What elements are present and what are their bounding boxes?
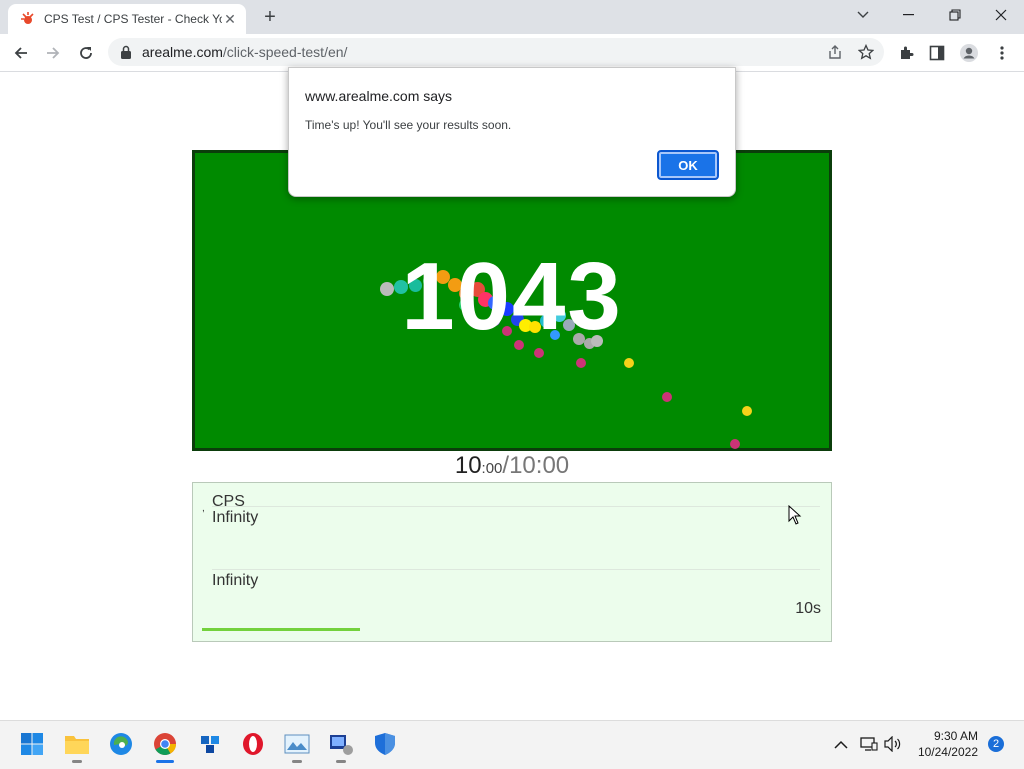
click-score: 1043	[401, 243, 623, 350]
timer-current-fraction: :00	[481, 460, 503, 477]
results-panel: , CPS Infinity Infinity 10s	[192, 482, 832, 642]
running-indicator	[72, 760, 82, 763]
active-indicator	[156, 760, 174, 763]
url-host: arealme.com	[142, 44, 223, 60]
app2-icon[interactable]	[327, 730, 355, 763]
alert-dialog: www.arealme.com says Time's up! You'll s…	[288, 67, 736, 197]
dialog-message: Time's up! You'll see your results soon.	[305, 118, 512, 132]
grid-line	[212, 506, 820, 507]
share-icon[interactable]	[828, 44, 844, 60]
address-bar[interactable]: arealme.com/click-speed-test/en/	[108, 38, 884, 66]
chevron-up-icon[interactable]	[832, 735, 850, 753]
minimize-icon[interactable]	[886, 0, 932, 30]
cps-favicon-icon	[21, 12, 34, 24]
forward-icon[interactable]	[40, 40, 66, 66]
tab-search-icon[interactable]	[840, 0, 886, 30]
chrome-icon[interactable]	[151, 730, 179, 763]
lock-icon	[121, 45, 131, 59]
notification-badge[interactable]: 2	[988, 736, 1004, 752]
timer-current: 10	[454, 452, 482, 479]
click-dot	[662, 392, 672, 402]
start-icon[interactable]	[18, 730, 46, 758]
opera-icon[interactable]	[239, 730, 267, 758]
sidepanel-icon[interactable]	[924, 40, 950, 66]
seconds-label: 10s	[795, 600, 821, 617]
running-indicator	[336, 760, 346, 763]
running-indicator	[292, 760, 302, 763]
edge-icon[interactable]	[107, 730, 135, 758]
browser-tab[interactable]: CPS Test / CPS Tester - Check Yo ✕	[8, 4, 246, 34]
results-progress-bar	[202, 628, 360, 631]
extensions-icon[interactable]	[893, 40, 919, 66]
back-icon[interactable]	[8, 40, 34, 66]
profile-icon[interactable]	[956, 40, 982, 66]
cps-value-1: Infinity	[212, 509, 259, 526]
system-clock[interactable]: 9:30 AM 10/24/2022	[918, 728, 978, 760]
clock-date: 10/24/2022	[917, 745, 978, 759]
click-dot	[742, 406, 752, 416]
close-window-icon[interactable]	[978, 0, 1024, 30]
timer-total: 10:00	[509, 452, 570, 479]
timer: 10:00/10:00	[192, 452, 832, 480]
photos-icon[interactable]	[283, 730, 311, 763]
click-dot	[730, 439, 740, 449]
tab-title: CPS Test / CPS Tester - Check Yo	[44, 12, 222, 26]
grid-line	[212, 569, 820, 570]
tab-strip: CPS Test / CPS Tester - Check Yo ✕ +	[0, 0, 1024, 34]
tab-close-icon[interactable]: ✕	[222, 11, 238, 28]
star-icon[interactable]	[858, 44, 874, 60]
mouse-cursor-icon	[788, 505, 802, 525]
menu-icon[interactable]	[989, 40, 1015, 66]
network-icon[interactable]	[860, 735, 878, 753]
clock-time: 9:30 AM	[933, 729, 978, 743]
windows-taskbar: 9:30 AM 10/24/2022 2	[0, 720, 1024, 769]
cps-value-2: Infinity	[212, 572, 259, 589]
click-dot	[576, 358, 586, 368]
app-icon[interactable]	[196, 730, 224, 758]
file-explorer-icon[interactable]	[63, 730, 91, 763]
click-dot	[624, 358, 634, 368]
reload-icon[interactable]	[73, 40, 99, 66]
new-tab-button[interactable]: +	[258, 6, 282, 28]
url-text: arealme.com/click-speed-test/en/	[142, 44, 347, 60]
url-path: /click-speed-test/en/	[222, 44, 348, 60]
results-tick: ,	[202, 503, 205, 514]
restore-icon[interactable]	[932, 0, 978, 30]
security-icon[interactable]	[371, 730, 399, 758]
dialog-title: www.arealme.com says	[305, 88, 453, 104]
ok-button[interactable]: OK	[657, 150, 719, 180]
volume-icon[interactable]	[884, 735, 902, 753]
